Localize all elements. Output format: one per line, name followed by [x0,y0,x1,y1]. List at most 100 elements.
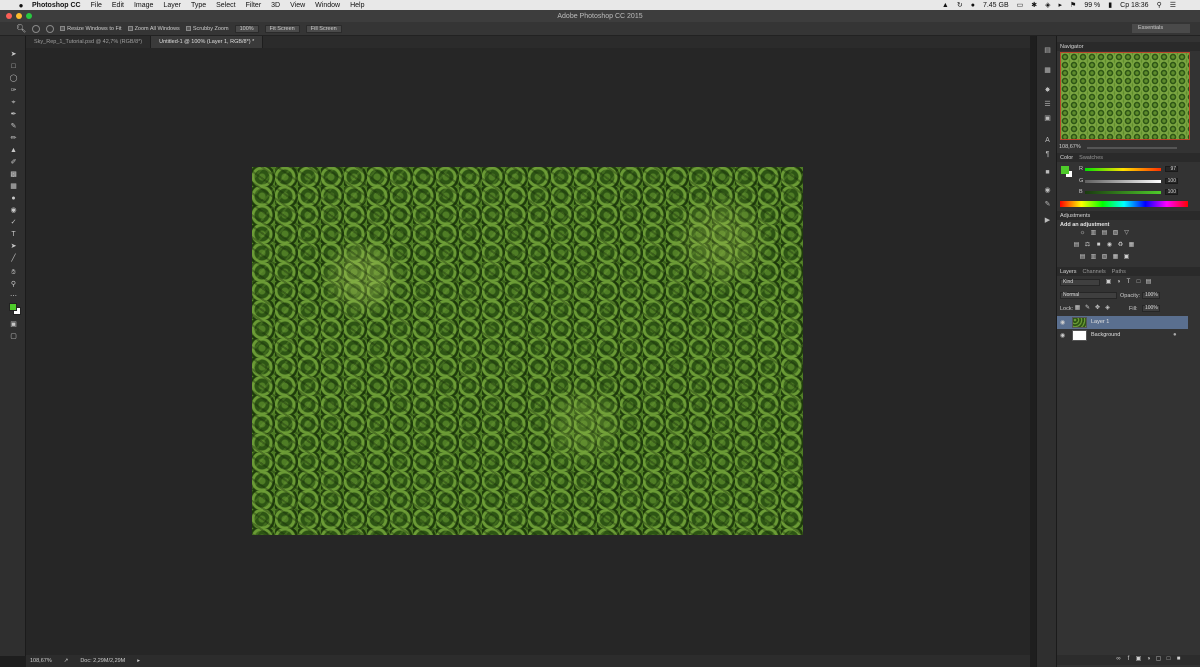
lock-position-icon[interactable]: ✥ [1094,305,1101,312]
zoom-out-icon[interactable] [46,24,55,33]
line-tool-icon[interactable]: ╱ [9,254,18,263]
brush-panel-icon[interactable]: ✸ [1043,86,1052,95]
r-value[interactable]: 97 [1165,166,1178,172]
visibility-eye-icon[interactable]: ◉ [1060,319,1065,326]
menu-select[interactable]: Select [216,2,235,9]
marquee-tool-icon[interactable]: □ [9,62,18,71]
zoom-all-windows-checkbox[interactable]: Zoom All Windows [127,26,180,32]
menu-image[interactable]: Image [134,2,153,9]
channel-mixer-icon[interactable]: ♻ [1117,242,1124,249]
clone-source-panel-icon[interactable]: ▣ [1043,114,1052,123]
tab-sky-tutorial[interactable]: Sky_Rep_1_Tutorial.psd @ 42,7% (RGB/8*) [26,36,152,48]
menu-view[interactable]: View [290,2,305,9]
quick-selection-tool-icon[interactable]: ✑ [9,86,18,95]
exposure-icon[interactable]: ▧ [1112,230,1119,237]
menu-layer[interactable]: Layer [163,2,181,9]
status-export-icon[interactable]: ↗ [64,658,69,664]
status-zoom[interactable]: 108,67% [30,658,52,664]
color-spectrum-ramp[interactable] [1060,201,1188,207]
eyedropper-tool-icon[interactable]: ✒ [9,110,18,119]
menu-file[interactable]: File [91,2,102,9]
foreground-color-swatch[interactable] [9,303,17,311]
lock-transparent-icon[interactable]: ▦ [1074,305,1081,312]
tab-untitled-1[interactable]: Untitled-1 @ 100% (Layer 1, RGB/8*) * [151,36,264,48]
menu-filter[interactable]: Filter [246,2,262,9]
menu-help[interactable]: Help [350,2,364,9]
delete-layer-icon[interactable]: ■ [1175,656,1182,663]
black-white-icon[interactable]: ■ [1095,242,1102,249]
tab-paths[interactable]: Paths [1112,269,1126,275]
gradient-tool-icon[interactable]: ▦ [9,182,18,191]
zoom-tool-icon[interactable]: ⚲ [9,280,18,289]
apple-icon[interactable]: ● [16,1,26,10]
spotlight-icon[interactable]: ⚲ [1157,1,1162,9]
battery-readout[interactable]: 99 % [1084,2,1100,9]
filter-shape-icon[interactable]: □ [1135,279,1142,286]
tab-layers[interactable]: Layers [1060,269,1077,275]
invert-icon[interactable]: ▤ [1079,254,1086,261]
path-selection-tool-icon[interactable]: ➤ [9,242,18,251]
menu-type[interactable]: Type [191,2,206,9]
menu-3d[interactable]: 3D [271,2,280,9]
b-value[interactable]: 100 [1165,189,1178,195]
adjust-panel-icon[interactable]: ☰ [1043,100,1052,109]
brush-tool-icon[interactable]: ✏ [9,134,18,143]
battery-icon[interactable]: ▮ [1108,1,1112,9]
visibility-eye-icon[interactable]: ◉ [1060,332,1065,339]
info-panel-icon[interactable]: ■ [1043,168,1052,177]
layer-style-icon[interactable]: f [1125,656,1132,663]
move-tool-icon[interactable]: ➤ [9,50,18,59]
screen-mode-icon[interactable]: ▢ [9,332,18,341]
vibrance-icon[interactable]: ▽ [1123,230,1130,237]
healing-brush-tool-icon[interactable]: ✎ [9,122,18,131]
curves-icon[interactable]: ▤ [1101,230,1108,237]
color-balance-icon[interactable]: ⚖ [1084,242,1091,249]
navigator-tab[interactable]: Navigator [1060,44,1084,50]
close-window-button[interactable] [6,13,12,19]
layer-row-background[interactable]: ◉ Background ● [1057,329,1188,342]
crop-tool-icon[interactable]: ⌖ [9,98,18,107]
status-menu-arrow-icon[interactable]: ▸ [137,658,140,664]
fit-screen-button[interactable]: Fit Screen [264,24,300,33]
wifi-icon[interactable]: ◈ [1045,1,1050,9]
character-panel-icon[interactable]: A [1043,136,1052,145]
channels-panel-icon[interactable]: ◉ [1043,186,1052,195]
dropbox-icon[interactable]: ▲ [942,2,949,9]
new-layer-icon[interactable]: □ [1165,656,1172,663]
fill-screen-button[interactable]: Fill Screen [305,24,342,33]
notification-center-icon[interactable]: ☰ [1170,1,1176,9]
memory-readout[interactable]: 7.45 GB [983,2,1009,9]
minimize-window-button[interactable] [16,13,22,19]
clock[interactable]: Ср 18:36 [1120,2,1148,9]
volume-icon[interactable]: ▸ [1059,1,1063,9]
new-adjustment-icon[interactable]: ◑ [1145,656,1152,663]
link-layers-icon[interactable]: ∞ [1115,656,1122,663]
quick-mask-icon[interactable]: ▣ [9,320,18,329]
clone-stamp-tool-icon[interactable]: ▲ [9,146,18,155]
blur-tool-icon[interactable]: ● [9,194,18,203]
threshold-icon[interactable]: ▧ [1101,254,1108,261]
r-slider[interactable] [1085,168,1161,171]
levels-icon[interactable]: ▥ [1090,230,1097,237]
filter-type-icon[interactable]: T [1125,279,1132,286]
color-lookup-icon[interactable]: ▦ [1128,242,1135,249]
filter-adjustment-icon[interactable]: ◑ [1115,279,1122,286]
tab-color[interactable]: Color [1060,155,1073,161]
layer-filter-kind[interactable]: Kind [1060,279,1100,286]
zoom-in-icon[interactable] [32,24,41,33]
new-group-icon[interactable]: ▢ [1155,656,1162,663]
gradient-map-icon[interactable]: ▦ [1112,254,1119,261]
layer-mask-icon[interactable]: ▣ [1135,656,1142,663]
paths-panel-icon[interactable]: ✎ [1043,200,1052,209]
zoom-100-button[interactable]: 100% [234,24,259,33]
navigator-zoom[interactable]: 108,67% [1059,144,1081,150]
brightness-contrast-icon[interactable]: ☼ [1079,230,1086,237]
flag-icon[interactable]: ⚑ [1070,1,1076,9]
memory-icon[interactable]: ● [971,2,975,9]
history-brush-tool-icon[interactable]: ✐ [9,158,18,167]
dodge-tool-icon[interactable]: ◉ [9,206,18,215]
selective-color-icon[interactable]: ▣ [1123,254,1130,261]
properties-panel-icon[interactable]: ▦ [1043,66,1052,75]
tab-swatches[interactable]: Swatches [1079,155,1103,161]
hand-tool-icon[interactable]: ✋︎ [9,268,18,277]
